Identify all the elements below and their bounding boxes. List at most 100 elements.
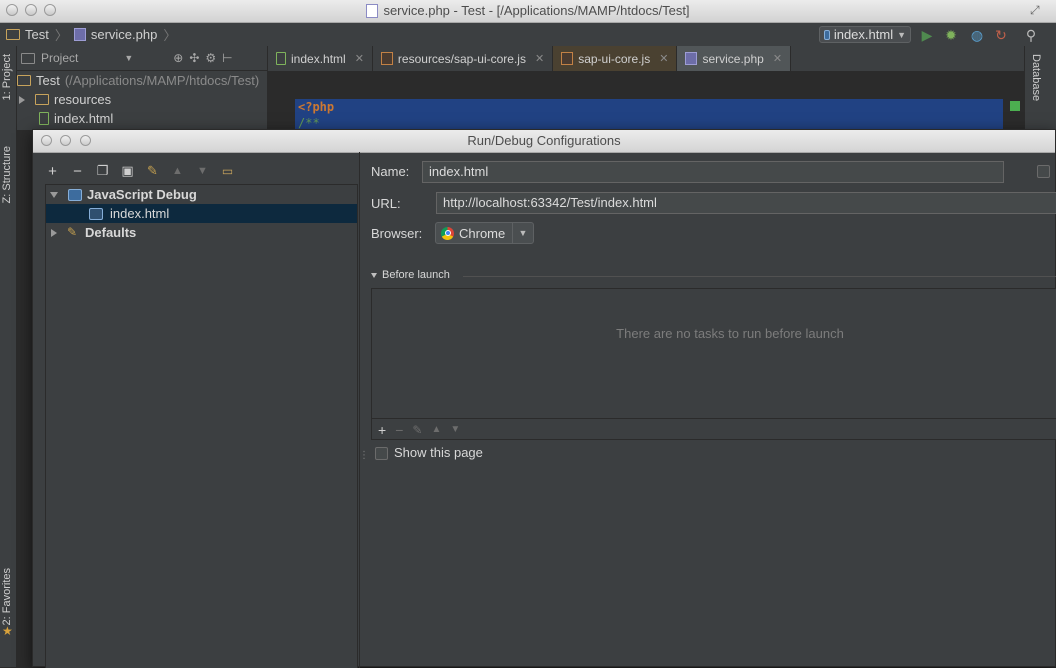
collapse-arrow-icon[interactable]	[371, 272, 377, 278]
javascript-debug-icon	[68, 188, 82, 201]
project-view-selector[interactable]: Project	[41, 51, 78, 65]
add-icon[interactable]: +	[45, 163, 60, 180]
move-up-icon[interactable]: ▲	[170, 165, 185, 177]
config-tree: JavaScript Debug index.html ✎ Defaults	[45, 184, 358, 668]
folder-icon	[6, 29, 20, 40]
wrench-icon[interactable]: ✎	[145, 163, 160, 179]
php-file-icon	[366, 4, 379, 18]
tool-tab-project[interactable]: 1: Project	[1, 54, 13, 100]
tab-label: resources/sap-ui-core.js	[397, 51, 526, 66]
run-config-label: index.html	[833, 27, 894, 42]
editor-tab-service-php[interactable]: service.php ✕	[677, 46, 792, 71]
javascript-debug-icon	[824, 29, 830, 40]
zoom-window-button[interactable]	[44, 4, 56, 16]
editor-tab-index-html[interactable]: index.html ✕	[268, 46, 373, 71]
folder-icon	[17, 75, 31, 86]
move-down-icon[interactable]: ▼	[450, 424, 460, 435]
collapse-arrow-icon[interactable]	[50, 191, 58, 198]
expand-arrow-icon[interactable]	[51, 228, 57, 237]
chevron-down-icon: ▼	[897, 29, 906, 40]
locate-icon[interactable]: ⊕	[173, 51, 183, 65]
code-editor[interactable]: <?php /**	[268, 72, 1024, 130]
tool-tab-favorites[interactable]: 2: Favorites	[1, 568, 13, 625]
gear-icon[interactable]: ⚙	[205, 51, 216, 65]
right-tool-strip: Database	[1024, 46, 1056, 130]
tree-item-javascript-debug[interactable]: JavaScript Debug	[46, 185, 357, 204]
project-panel-toolbar: Project ▼ ⊕ ✣ ⚙ ⊢	[17, 46, 267, 71]
zoom-dialog-button[interactable]	[80, 135, 91, 146]
show-page-checkbox[interactable]	[375, 447, 388, 460]
run-again-icon[interactable]: ↻	[992, 26, 1010, 44]
tree-item-index-html-config[interactable]: index.html	[46, 204, 357, 223]
browser-value: Chrome	[459, 225, 506, 241]
close-icon[interactable]: ✕	[659, 52, 668, 65]
close-icon[interactable]: ✕	[535, 52, 544, 65]
close-window-button[interactable]	[6, 4, 18, 16]
php-file-icon	[685, 52, 698, 65]
minimize-window-button[interactable]	[25, 4, 37, 16]
tree-item-label: index.html	[110, 206, 170, 221]
code-line: <?php	[298, 100, 335, 114]
collapse-icon[interactable]: ✣	[189, 51, 199, 65]
wrench-icon: ✎	[67, 225, 78, 239]
tool-tab-database[interactable]: Database	[1030, 54, 1042, 101]
tree-item-project-root[interactable]: Test (/Applications/MAMP/htdocs/Test)	[17, 71, 267, 90]
move-up-icon[interactable]: ▲	[431, 424, 441, 435]
left-tool-strip: 1: Project Z: Structure 2: Favorites ★	[0, 46, 17, 667]
close-dialog-button[interactable]	[41, 135, 52, 146]
splitter[interactable]	[359, 152, 360, 668]
chevron-down-icon[interactable]: ▼	[512, 223, 533, 243]
project-view-icon	[21, 52, 35, 64]
html-file-icon	[39, 112, 49, 125]
tool-tab-structure[interactable]: Z: Structure	[1, 146, 13, 203]
tree-item-label: index.html	[54, 111, 114, 126]
inspection-ok-icon	[1010, 101, 1020, 111]
code-line: /**	[298, 116, 320, 130]
folder-icon[interactable]: ▭	[220, 164, 235, 178]
edit-task-icon[interactable]: ✎	[412, 423, 422, 437]
coverage-icon[interactable]: ◍	[968, 26, 986, 44]
share-checkbox[interactable]	[1037, 165, 1050, 178]
breadcrumb-file[interactable]: service.php	[73, 27, 158, 42]
debug-icon[interactable]: ✹	[942, 26, 960, 44]
editor-tab-sap-ui-core[interactable]: sap-ui-core.js ✕	[553, 46, 678, 71]
run-icon[interactable]: ▶	[918, 26, 936, 44]
editor-tab-resources-sap-ui-core[interactable]: resources/sap-ui-core.js ✕	[373, 46, 554, 71]
editor-tab-bar: index.html ✕ resources/sap-ui-core.js ✕ …	[268, 46, 1024, 72]
fullscreen-icon[interactable]: ⤢	[1030, 3, 1040, 18]
breadcrumb-project[interactable]: Test	[6, 27, 49, 42]
close-icon[interactable]: ✕	[355, 52, 364, 65]
tree-item-defaults[interactable]: ✎ Defaults	[46, 223, 357, 242]
move-down-icon[interactable]: ▼	[195, 165, 210, 177]
save-icon[interactable]: ▣	[120, 163, 135, 179]
name-field[interactable]: index.html	[422, 161, 1004, 183]
add-task-icon[interactable]: +	[378, 422, 386, 438]
hide-panel-icon[interactable]: ⊢	[222, 51, 232, 65]
name-label: Name:	[371, 164, 410, 179]
browser-selector[interactable]: Chrome ▼	[435, 222, 534, 244]
expand-arrow-icon[interactable]	[19, 95, 25, 104]
search-icon[interactable]: ⚲	[1022, 26, 1040, 44]
breadcrumb-file-label: service.php	[90, 27, 158, 42]
tree-item-index-html[interactable]: index.html	[17, 109, 267, 128]
tree-item-label: Test	[36, 73, 60, 88]
minimize-dialog-button[interactable]	[60, 135, 71, 146]
html-file-icon	[276, 52, 286, 65]
before-launch-header[interactable]: Before launch	[371, 269, 450, 281]
url-field[interactable]: http://localhost:63342/Test/index.html	[436, 192, 1056, 214]
before-launch-label: Before launch	[382, 269, 450, 281]
copy-icon[interactable]: ❐	[95, 163, 110, 179]
chevron-down-icon[interactable]: ▼	[124, 53, 133, 63]
window-title-bar: service.php - Test - [/Applications/MAMP…	[0, 0, 1056, 23]
close-icon[interactable]: ✕	[773, 52, 782, 65]
breadcrumb-separator-icon: 〉	[54, 28, 68, 43]
remove-icon[interactable]: −	[70, 163, 85, 180]
tree-item-resources[interactable]: resources	[17, 90, 267, 109]
resize-grip-icon[interactable]: ⋮	[359, 450, 369, 461]
chrome-icon	[441, 226, 454, 240]
breadcrumb-project-label: Test	[25, 27, 49, 42]
run-config-selector[interactable]: index.html ▼	[819, 26, 911, 43]
url-label: URL:	[371, 196, 401, 211]
remove-task-icon[interactable]: −	[395, 422, 403, 438]
dialog-title-bar: Run/Debug Configurations	[33, 130, 1055, 153]
